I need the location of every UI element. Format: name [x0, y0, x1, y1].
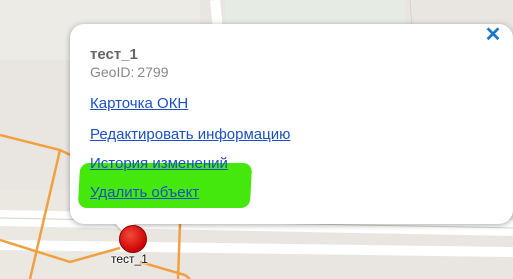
- geoid-value: 2799: [137, 64, 169, 80]
- okn-card-link[interactable]: Карточка ОКН: [90, 95, 188, 112]
- edit-info-link[interactable]: Редактировать информацию: [90, 126, 290, 143]
- change-history-link[interactable]: История изменений: [90, 155, 228, 172]
- close-icon[interactable]: ✕: [484, 25, 502, 45]
- geoid-label: GeoID:: [90, 64, 135, 80]
- geoid-text: GeoID: 2799: [90, 64, 169, 80]
- popup-title: тест_1: [90, 46, 138, 63]
- delete-object-link[interactable]: Удалить объект: [90, 184, 199, 201]
- marker-label: тест_1: [111, 252, 148, 266]
- map-marker-icon[interactable]: [119, 225, 147, 253]
